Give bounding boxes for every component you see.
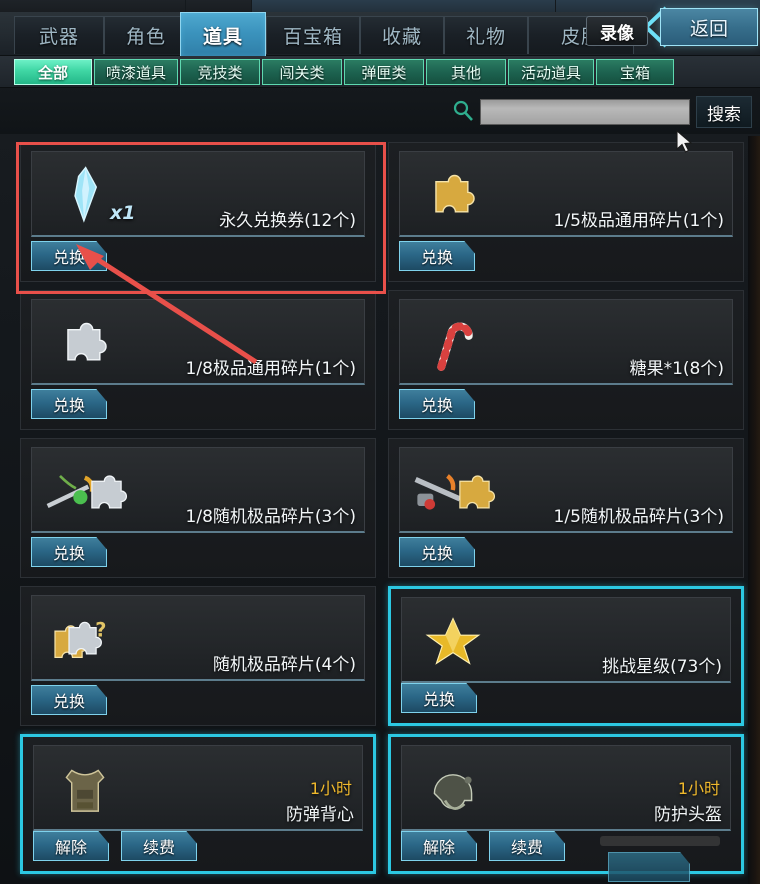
exchange-button[interactable]: 兑换 (31, 537, 107, 567)
silver-weapon-puzzle-icon (36, 452, 146, 530)
tab-weapons[interactable]: 武器 (14, 16, 104, 54)
unequip-button[interactable]: 解除 (33, 831, 109, 861)
item-card[interactable]: 1/8极品通用碎片(1个) 兑换 (20, 290, 376, 430)
tab-character[interactable]: 角色 (104, 16, 188, 54)
gold-star-icon (414, 602, 492, 680)
tab-gifts[interactable]: 礼物 (444, 16, 528, 54)
exchange-button[interactable]: 兑换 (31, 241, 107, 271)
gold-puzzle-piece-icon (412, 156, 490, 234)
item-card[interactable]: 1/5极品通用碎片(1个) 兑换 (388, 142, 744, 282)
unequip-button[interactable]: 解除 (401, 831, 477, 861)
subtab-levels[interactable]: 闯关类 (262, 59, 342, 85)
tab-collection[interactable]: 收藏 (360, 16, 444, 54)
sub-tab-bar: 全部 喷漆道具 竞技类 闯关类 弹匣类 其他 活动道具 宝箱 (0, 56, 760, 88)
item-card[interactable]: 糖果*1(8个) 兑换 (388, 290, 744, 430)
search-input[interactable] (480, 99, 690, 125)
subtab-other[interactable]: 其他 (426, 59, 506, 85)
subtab-competitive[interactable]: 竞技类 (180, 59, 260, 85)
item-frame: 1小时 防护头盔 (401, 745, 731, 831)
item-name: 1/5随机极品碎片(3个) (553, 507, 724, 527)
exchange-button[interactable]: 兑换 (31, 389, 107, 419)
tab-treasure-box[interactable]: 百宝箱 (266, 16, 360, 54)
item-card[interactable]: 1小时 防护头盔 解除 续费 (388, 734, 744, 874)
search-button[interactable]: 搜索 (696, 96, 752, 128)
item-name: 挑战星级(73个) (602, 657, 722, 677)
item-frame: 1/5随机极品碎片(3个) (399, 447, 733, 533)
item-frame: 挑战星级(73个) (401, 597, 731, 683)
back-button-group: 返回 (640, 6, 758, 48)
renew-button[interactable]: 续费 (489, 831, 565, 861)
item-name: 随机极品碎片(4个) (212, 655, 356, 675)
item-duration: 1小时 (677, 779, 720, 798)
search-icon (453, 100, 473, 121)
item-frame: 1/5极品通用碎片(1个) (399, 151, 733, 237)
item-duration: 1小时 (309, 779, 352, 798)
candy-cane-icon (412, 304, 490, 382)
exchange-button[interactable]: 兑换 (399, 241, 475, 271)
window-right-edge (748, 136, 760, 884)
item-name: 1/5极品通用碎片(1个) (553, 211, 724, 231)
exchange-button[interactable]: 兑换 (401, 683, 477, 713)
item-frame: 1小时 防弹背心 (33, 745, 363, 831)
item-frame: 糖果*1(8个) (399, 299, 733, 385)
back-button[interactable]: 返回 (660, 8, 758, 46)
svg-text:?: ? (95, 618, 106, 641)
item-frame: 1/8随机极品碎片(3个) (31, 447, 365, 533)
subtab-all[interactable]: 全部 (14, 59, 92, 85)
exchange-button[interactable]: 兑换 (399, 537, 475, 567)
item-quantity-badge: x1 (110, 202, 136, 224)
item-card[interactable]: 1/8随机极品碎片(3个) 兑换 (20, 438, 376, 578)
item-frame: ? 随机极品碎片(4个) (31, 595, 365, 681)
item-grid: x1 永久兑换券(12个) 兑换 1/5极品通用碎片(1个) 兑换 1/8极品通… (0, 136, 748, 884)
gold-weapon-puzzle-icon (404, 452, 514, 530)
renew-button[interactable]: 续费 (121, 831, 197, 861)
item-name: 永久兑换券(12个) (219, 211, 356, 231)
subtab-magazine[interactable]: 弹匣类 (344, 59, 424, 85)
item-card[interactable]: 挑战星级(73个) 兑换 (388, 586, 744, 726)
subtab-chests[interactable]: 宝箱 (596, 59, 674, 85)
exchange-button[interactable]: 兑换 (399, 389, 475, 419)
bulletproof-vest-icon (46, 750, 124, 828)
item-frame: 1/8极品通用碎片(1个) (31, 299, 365, 385)
subtab-spray[interactable]: 喷漆道具 (94, 59, 178, 85)
item-card[interactable]: 1小时 防弹背心 解除 续费 (20, 734, 376, 874)
tab-items[interactable]: 道具 (180, 12, 266, 58)
exchange-button[interactable]: 兑换 (31, 685, 107, 715)
item-frame: x1 永久兑换券(12个) (31, 151, 365, 237)
item-name: 防弹背心 (286, 805, 354, 825)
game-exchange-window: 武器 角色 道具 百宝箱 收藏 礼物 皮肤 录像 返回 全部 喷漆道具 竞技类 … (0, 0, 760, 884)
question-puzzle-icon: ? (44, 600, 122, 678)
item-card[interactable]: 1/5随机极品碎片(3个) 兑换 (388, 438, 744, 578)
item-card[interactable]: ? 随机极品碎片(4个) 兑换 (20, 586, 376, 726)
item-card[interactable]: x1 永久兑换券(12个) 兑换 (20, 142, 376, 282)
subtab-event-items[interactable]: 活动道具 (508, 59, 594, 85)
recording-button[interactable]: 录像 (586, 16, 648, 46)
item-name: 1/8极品通用碎片(1个) (185, 359, 356, 379)
item-name: 防护头盔 (654, 805, 722, 825)
item-name: 1/8随机极品碎片(3个) (185, 507, 356, 527)
combat-helmet-icon (414, 750, 492, 828)
item-name: 糖果*1(8个) (629, 359, 724, 379)
silver-puzzle-piece-icon (44, 304, 122, 382)
